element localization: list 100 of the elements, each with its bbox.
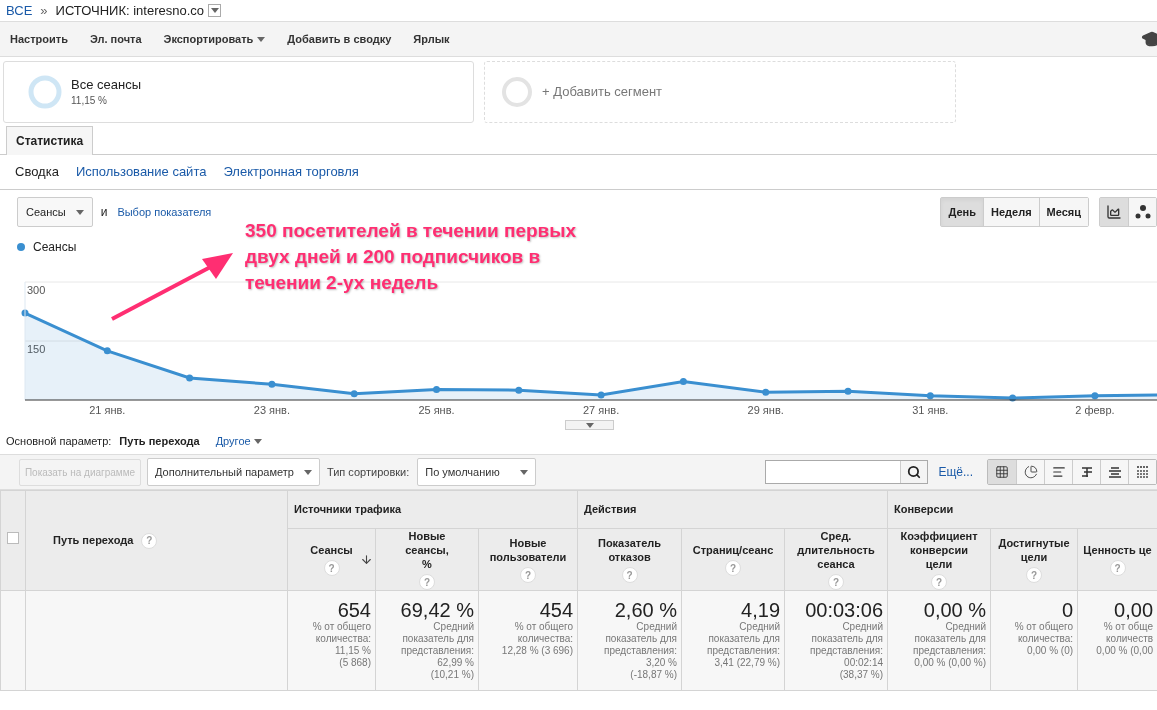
total-note: % от общего количества: 11,15 % (5 868) — [312, 621, 371, 669]
total-note: % от общего количества: 0,00 % (0) — [1014, 621, 1074, 657]
y-tick-label: 300 — [27, 284, 46, 296]
period-button[interactable]: Месяц — [1038, 198, 1088, 226]
total-value: 00:03:06 — [805, 599, 884, 621]
data-point[interactable] — [268, 380, 276, 388]
sort-type-dropdown[interactable]: По умолчанию — [417, 458, 536, 486]
x-tick-label: 21 янв. — [89, 404, 126, 416]
data-point[interactable] — [844, 387, 852, 395]
conjunction-text: и — [100, 204, 108, 221]
subnav-link[interactable]: Использование сайта — [75, 162, 207, 182]
data-point[interactable] — [350, 390, 358, 398]
caret-icon — [519, 469, 528, 475]
total-note: Средний показатель для представления: 00:02:14 (38,37 %) — [810, 621, 884, 681]
subnav-link[interactable]: Сводка — [15, 162, 59, 182]
column-header[interactable]: Достигнутые цели — [998, 536, 1070, 564]
add-segment-card[interactable]: + Добавить сегмент — [484, 61, 956, 123]
data-point[interactable] — [1009, 394, 1017, 402]
line-chart-icon — [1106, 204, 1122, 220]
data-point[interactable] — [515, 386, 523, 394]
total-note: % от общего количества: 12,28 % (3 696) — [501, 621, 573, 657]
breadcrumb-current: ИСТОЧНИК: interesno.co — [55, 1, 205, 20]
search-field[interactable] — [765, 460, 929, 484]
caret-icon — [303, 469, 312, 475]
x-tick-label: 29 янв. — [747, 404, 784, 416]
column-header[interactable]: Новые пользователи — [489, 536, 567, 564]
caret-icon — [585, 422, 594, 428]
total-value: 4,19 — [741, 599, 780, 621]
empty-donut-icon — [501, 76, 533, 108]
caret-icon — [253, 438, 262, 444]
total-note: Средний показатель для представления: 3,41 (22,79 %) — [707, 621, 780, 669]
column-header[interactable]: Сред. длительность сеанса — [797, 529, 875, 571]
data-point[interactable] — [186, 374, 194, 382]
group-header: Источники трафика — [294, 503, 402, 516]
total-note: % от обще количеств 0,00 % (0,00 — [1096, 621, 1154, 657]
period-button[interactable]: День — [941, 198, 983, 226]
toolbar-button[interactable]: Экспортировать — [163, 30, 266, 48]
column-header[interactable]: Коэффициент конверсии цели — [900, 529, 978, 571]
segment-title: Все сеансы — [71, 76, 141, 93]
total-value: 0,00 — [1114, 599, 1154, 621]
bubbles-icon — [1134, 204, 1151, 220]
secondary-dimension-dropdown[interactable]: Дополнительный параметр — [147, 458, 320, 486]
x-tick-label: 2 февр. — [1075, 404, 1115, 416]
total-value: 654 — [337, 599, 371, 621]
legend-label: Сеансы — [33, 239, 77, 256]
toolbar-button[interactable]: Эл. почта — [89, 30, 142, 48]
select-all-checkbox[interactable] — [7, 532, 19, 545]
total-note: Средний показатель для представления: 62,99 % (10,21 %) — [401, 621, 474, 681]
annotation-text: 350 посетителей в течении первых двух дней и 200 подписчиков в течении 2-ух недель — [245, 219, 578, 295]
total-note: Средний показатель для представления: 0,00 % (0,00 %) — [913, 621, 987, 669]
search-icon[interactable] — [900, 461, 928, 483]
data-point[interactable] — [103, 347, 111, 355]
sort-type-label: Тип сортировки: — [326, 464, 410, 480]
toolbar-button[interactable]: Добавить в сводку — [287, 30, 392, 48]
x-tick-label: 31 янв. — [912, 404, 949, 416]
total-value: 69,42 % — [400, 599, 474, 621]
table-view-icon[interactable] — [988, 460, 1016, 484]
pivot-icon[interactable] — [1128, 460, 1156, 484]
toolbar-button[interactable]: Настроить — [10, 30, 68, 48]
caret-icon — [75, 209, 84, 215]
total-value: 0,00 % — [923, 599, 987, 621]
column-header[interactable]: Сеансы — [310, 543, 353, 557]
data-point[interactable] — [1091, 392, 1099, 400]
subnav-link[interactable]: Электронная торговля — [223, 162, 359, 182]
data-point[interactable] — [597, 391, 605, 399]
column-header[interactable]: Показатель отказов — [597, 536, 662, 564]
select-metric-link[interactable]: Выбор показателя — [117, 203, 212, 221]
x-tick-label: 25 янв. — [418, 404, 455, 416]
segment-card[interactable]: Все сеансы 11,15 % — [3, 61, 474, 123]
x-tick-label: 23 янв. — [253, 404, 290, 416]
motion-chart-button[interactable] — [1128, 198, 1156, 226]
column-header[interactable]: Ценность це — [1083, 543, 1152, 557]
caret-icon — [257, 36, 266, 42]
toolbar-button[interactable]: Ярлык — [413, 30, 450, 48]
column-header[interactable]: Новые сеансы, % — [405, 529, 449, 571]
column-header[interactable]: Путь перехода — [53, 532, 134, 549]
dropdown-button[interactable] — [208, 4, 222, 17]
segment-value: 11,15 % — [71, 93, 108, 108]
data-point[interactable] — [21, 309, 29, 317]
group-header: Конверсии — [894, 503, 954, 516]
dimension-value[interactable]: Путь перехода — [119, 432, 200, 450]
data-point[interactable] — [679, 378, 687, 385]
sort-arrow-icon[interactable] — [360, 553, 373, 566]
collapse-handle[interactable] — [565, 420, 614, 430]
group-header: Действия — [584, 503, 637, 516]
more-link[interactable]: Ещё... — [938, 463, 973, 481]
x-tick-label: 27 янв. — [583, 404, 620, 416]
total-value: 2,60 % — [614, 599, 677, 621]
metric-dropdown[interactable]: Сеансы — [17, 197, 93, 227]
total-value: 0 — [1061, 599, 1074, 621]
data-point[interactable] — [762, 388, 770, 396]
column-header[interactable]: Страниц/сеанс — [692, 543, 774, 557]
data-point[interactable] — [926, 392, 934, 400]
data-point[interactable] — [433, 385, 440, 393]
tab[interactable]: Статистика — [6, 126, 94, 155]
line-chart-button[interactable] — [1100, 198, 1128, 226]
breadcrumb-link[interactable]: ВСЕ — [6, 0, 33, 21]
breadcrumb-separator: » — [40, 1, 48, 20]
other-dimension-link[interactable]: Другое — [215, 432, 262, 450]
period-button[interactable]: Неделя — [983, 198, 1039, 226]
